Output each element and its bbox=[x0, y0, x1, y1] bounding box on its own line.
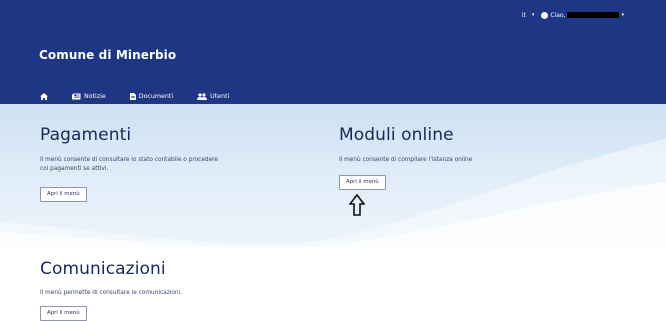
comunicazioni-description: Il menù permette di consultare le comuni… bbox=[40, 290, 183, 296]
site-title[interactable]: Comune di Minerbio bbox=[39, 48, 176, 62]
redacted-username bbox=[567, 12, 620, 18]
nav-item-documenti[interactable]: Documenti bbox=[129, 92, 174, 100]
greeting: Ciao, bbox=[550, 11, 566, 19]
desc-line: Il menù consente di consultare lo stato … bbox=[40, 157, 218, 163]
pagamenti-open-menu-button[interactable]: Apri il menù bbox=[40, 187, 87, 202]
user-menu[interactable]: Ciao, ▾ bbox=[541, 11, 624, 19]
navbar: Notizie Documenti Utenti bbox=[0, 88, 666, 104]
comunicazioni-open-menu-button[interactable]: Apri il menù bbox=[40, 306, 87, 321]
moduli-open-menu-button[interactable]: Apri il menù bbox=[339, 175, 386, 190]
section-title-pagamenti: Pagamenti bbox=[40, 125, 132, 145]
home-icon bbox=[40, 92, 48, 100]
arrow-up-icon bbox=[349, 194, 365, 216]
moduli-description: Il menù consente di compilare l’istanza … bbox=[339, 157, 473, 163]
pagamenti-description: Il menù consente di consultare lo stato … bbox=[40, 156, 300, 175]
caret-down-icon: ▾ bbox=[621, 11, 624, 18]
section-title-comunicazioni: Comunicazioni bbox=[40, 259, 166, 279]
newspaper-icon bbox=[72, 93, 81, 99]
top-utility-bar: it ▾ Ciao, ▾ bbox=[522, 9, 624, 21]
language-code: it bbox=[521, 11, 526, 19]
users-icon bbox=[197, 92, 208, 100]
chevron-down-icon: ▾ bbox=[531, 11, 535, 18]
nav-menu: Notizie Documenti Utenti bbox=[40, 88, 253, 104]
desc-line: coi pagamenti se attivi. bbox=[40, 166, 109, 173]
nav-item-notizie[interactable]: Notizie bbox=[72, 93, 106, 100]
nav-label: Utenti bbox=[210, 92, 230, 100]
nav-label: Notizie bbox=[84, 92, 106, 100]
section-title-moduli-online: Moduli online bbox=[339, 125, 454, 145]
nav-home[interactable] bbox=[40, 92, 48, 100]
language-selector[interactable]: it ▾ bbox=[522, 12, 535, 19]
nav-label: Documenti bbox=[138, 92, 174, 100]
user-icon bbox=[541, 11, 549, 19]
document-icon bbox=[129, 92, 136, 100]
nav-item-utenti[interactable]: Utenti bbox=[197, 93, 229, 100]
